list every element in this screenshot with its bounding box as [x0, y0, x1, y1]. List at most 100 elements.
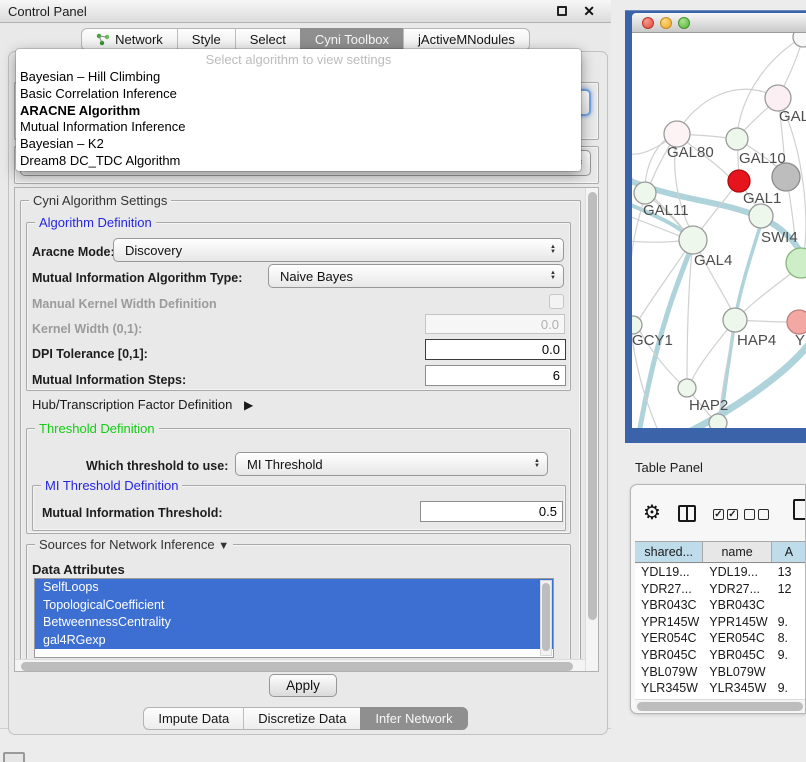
- network-node[interactable]: [786, 248, 806, 278]
- mi-type-combobox[interactable]: Naive Bayes ▲▼: [268, 264, 564, 288]
- column-header-2[interactable]: name: [703, 542, 771, 562]
- checked-box-icon[interactable]: ✓: [727, 509, 738, 520]
- network-edge[interactable]: [632, 241, 680, 242]
- table-row[interactable]: YBR043CYBR043C: [635, 597, 806, 614]
- network-window-titlebar[interactable]: [632, 13, 806, 33]
- network-graph[interactable]: GALGAL80GAL10GAL1SWI4GAL11GAL4GCY1HAP4YH…: [632, 33, 806, 428]
- table-cell: YLR345W: [635, 680, 703, 697]
- control-panel-titlebar[interactable]: Control Panel ✕: [0, 0, 611, 23]
- column-pane-icon[interactable]: [678, 505, 696, 522]
- mi-steps-field[interactable]: 6: [425, 365, 566, 386]
- hub-definition-expander[interactable]: Hub/Transcription Factor Definition ▶: [32, 397, 253, 412]
- table-cell: YPR145W: [635, 614, 703, 631]
- algorithm-option[interactable]: Basic Correlation Inference: [16, 86, 581, 103]
- minimize-traffic-light[interactable]: [660, 17, 672, 29]
- sources-title-wrap[interactable]: Sources for Network Inference ▼: [35, 537, 233, 552]
- kernel-width-label: Kernel Width (0,1):: [32, 322, 142, 336]
- settings-hscrollbar-thumb[interactable]: [21, 662, 573, 671]
- combo-arrows-icon: ▲▼: [550, 245, 556, 255]
- network-node-gal1[interactable]: [728, 170, 750, 192]
- attribute-list-item[interactable]: BetweennessCentrality: [35, 614, 553, 632]
- tab-style[interactable]: Style: [177, 28, 235, 51]
- apply-button[interactable]: Apply: [269, 674, 337, 697]
- table-horizontal-scrollbar[interactable]: [635, 699, 806, 712]
- tab-select[interactable]: Select: [235, 28, 300, 51]
- network-node-label: GAL11: [643, 202, 689, 219]
- float-window-icon[interactable]: [557, 6, 567, 16]
- table-row[interactable]: YER054CYER054C8.: [635, 630, 806, 647]
- export-table-icon[interactable]: [793, 499, 806, 520]
- settings-group-title: Cyni Algorithm Settings: [29, 193, 171, 208]
- network-node-gal4[interactable]: [679, 226, 707, 254]
- table-row[interactable]: YPR145WYPR145W9.: [635, 614, 806, 631]
- table-panel-window: ⚙ ✓ ✓ shared...nameA YDL19...YDL19...13Y…: [630, 484, 806, 714]
- mi-threshold-field[interactable]: 0.5: [420, 501, 563, 522]
- bottom-tab-discretize-data[interactable]: Discretize Data: [243, 707, 360, 730]
- network-node-gal11[interactable]: [634, 182, 656, 204]
- unchecked-box-icon[interactable]: [758, 509, 769, 520]
- which-threshold-combobox[interactable]: MI Threshold ▲▼: [235, 452, 548, 476]
- column-header-1[interactable]: shared...: [635, 542, 703, 562]
- table-row[interactable]: YDR27...YDR27...12: [635, 581, 806, 598]
- zoom-traffic-light[interactable]: [678, 17, 690, 29]
- network-node[interactable]: [772, 163, 800, 191]
- column-header-3[interactable]: A: [772, 542, 806, 562]
- tab-cyni-toolbox[interactable]: Cyni Toolbox: [300, 28, 403, 51]
- kernel-width-field[interactable]: 0.0: [425, 314, 565, 334]
- algorithm-option[interactable]: ARACNE Algorithm: [16, 103, 581, 120]
- network-node-label: GAL: [779, 108, 806, 125]
- network-node-label: GAL10: [739, 150, 786, 167]
- aracne-mode-combobox[interactable]: Discovery ▲▼: [113, 238, 564, 262]
- network-node-swi4[interactable]: [749, 204, 773, 228]
- table-header: shared...nameA: [635, 541, 806, 563]
- network-node-y[interactable]: [787, 310, 806, 334]
- attributes-scrollbar-thumb[interactable]: [542, 583, 550, 651]
- tab-jactivemnodules[interactable]: jActiveMNodules: [403, 28, 530, 51]
- attributes-list-scrollbar[interactable]: [540, 580, 552, 656]
- attribute-list-item[interactable]: SelfLoops: [35, 579, 553, 597]
- gear-icon[interactable]: ⚙: [643, 503, 661, 523]
- tab-label: jActiveMNodules: [418, 32, 515, 47]
- data-attributes-list[interactable]: SelfLoopsTopologicalCoefficientBetweenne…: [34, 578, 554, 658]
- table-cell: YPR145W: [703, 614, 771, 631]
- dpi-tolerance-field[interactable]: 0.0: [425, 339, 566, 360]
- table-row[interactable]: YBR045CYBR045C9.: [635, 647, 806, 664]
- checked-box-icon[interactable]: ✓: [713, 509, 724, 520]
- unchecked-box-icon[interactable]: [744, 509, 755, 520]
- network-edge[interactable]: [638, 240, 693, 321]
- algorithm-option[interactable]: Bayesian – Hill Climbing: [16, 69, 581, 86]
- table-row[interactable]: YDL19...YDL19...13: [635, 564, 806, 581]
- network-node-hap2[interactable]: [678, 379, 696, 397]
- network-node-hap4[interactable]: [723, 308, 747, 332]
- network-canvas[interactable]: GALGAL80GAL10GAL1SWI4GAL11GAL4GCY1HAP4YH…: [632, 33, 806, 428]
- minimized-panel-icon[interactable]: [3, 752, 25, 762]
- algorithm-option[interactable]: Dream8 DC_TDC Algorithm: [16, 153, 581, 170]
- network-node-gal10[interactable]: [726, 128, 748, 150]
- network-view-window[interactable]: GALGAL80GAL10GAL1SWI4GAL11GAL4GCY1HAP4YH…: [625, 10, 806, 443]
- algorithm-option[interactable]: Mutual Information Inference: [16, 119, 581, 136]
- table-row[interactable]: YLR345WYLR345W9.: [635, 680, 806, 697]
- mi-type-value: Naive Bayes: [280, 269, 353, 284]
- close-icon[interactable]: ✕: [583, 3, 595, 20]
- table-hscrollbar-thumb[interactable]: [637, 702, 803, 711]
- settings-horizontal-scrollbar[interactable]: [15, 659, 585, 672]
- network-node[interactable]: [793, 33, 806, 47]
- bottom-tab-impute-data[interactable]: Impute Data: [143, 707, 243, 730]
- close-traffic-light[interactable]: [642, 17, 654, 29]
- table-cell: [772, 664, 806, 681]
- settings-vertical-scrollbar[interactable]: [585, 188, 599, 672]
- settings-vscrollbar-thumb[interactable]: [588, 192, 597, 620]
- tab-network[interactable]: Network: [81, 28, 177, 51]
- algorithm-popup-list: Bayesian – Hill ClimbingBasic Correlatio…: [16, 69, 581, 170]
- attribute-list-item[interactable]: gal4RGexp: [35, 632, 553, 650]
- network-edge[interactable]: [687, 343, 806, 428]
- bottom-tab-infer-network[interactable]: Infer Network: [360, 707, 467, 730]
- algorithm-option[interactable]: Bayesian – K2: [16, 136, 581, 153]
- attribute-list-item[interactable]: TopologicalCoefficient: [35, 597, 553, 615]
- network-edge[interactable]: [632, 134, 677, 428]
- network-node[interactable]: [709, 414, 727, 428]
- table-row[interactable]: YBL079WYBL079W: [635, 664, 806, 681]
- tab-label: Infer Network: [375, 711, 452, 726]
- table-cell: YBL079W: [635, 664, 703, 681]
- manual-kernel-checkbox[interactable]: [549, 294, 564, 309]
